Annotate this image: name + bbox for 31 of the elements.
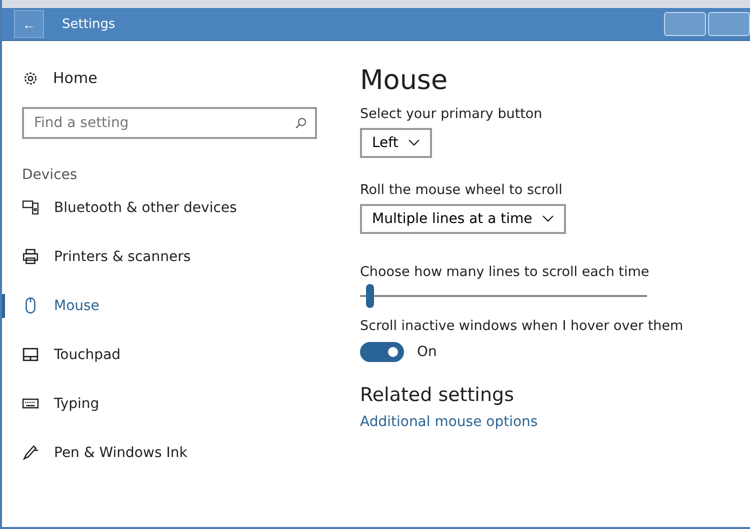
devices-icon: [22, 199, 39, 216]
sidebar-item[interactable]: Printers & scanners: [2, 232, 340, 281]
setting-label: Choose how many lines to scroll each time: [360, 264, 650, 280]
search-field[interactable]: Find a setting: [22, 107, 317, 139]
chevron-down-icon: [408, 139, 420, 147]
settings-icon: [22, 70, 39, 86]
page-title: Mouse: [360, 65, 449, 96]
home-link[interactable]: Home: [53, 69, 98, 87]
window-title: Settings: [62, 16, 116, 32]
setting-label: Select your primary button: [360, 106, 544, 122]
toggle-state: On: [417, 344, 437, 360]
setting-label: Roll the mouse wheel to scroll: [360, 182, 564, 198]
toggle-switch[interactable]: [360, 342, 404, 362]
section-heading: Devices: [21, 167, 78, 183]
sidebar-item[interactable]: Typing: [2, 379, 340, 428]
printer-icon: [22, 248, 39, 265]
setting-label: Scroll inactive windows when I hover over them: [360, 318, 684, 334]
sidebar-item[interactable]: Touchpad: [2, 330, 340, 379]
slider-thumb[interactable]: [366, 284, 374, 308]
additional-mouse-options-link[interactable]: Additional mouse options: [360, 414, 538, 430]
scroll-mode-dropdown[interactable]: Multiple lines at a time: [360, 204, 566, 234]
search-icon: [295, 117, 307, 129]
sidebar-item[interactable]: Bluetooth & other devices: [2, 183, 340, 232]
pen-icon: [22, 444, 39, 461]
chevron-down-icon: [542, 215, 554, 223]
sidebar-item[interactable]: Pen & Windows Ink: [2, 428, 340, 477]
section-heading: Related settings: [360, 384, 515, 406]
primary-button-dropdown[interactable]: Left: [360, 128, 432, 158]
lines-slider[interactable]: [360, 284, 647, 308]
sidebar-item[interactable]: Mouse: [2, 281, 340, 330]
touchpad-icon: [22, 346, 39, 363]
